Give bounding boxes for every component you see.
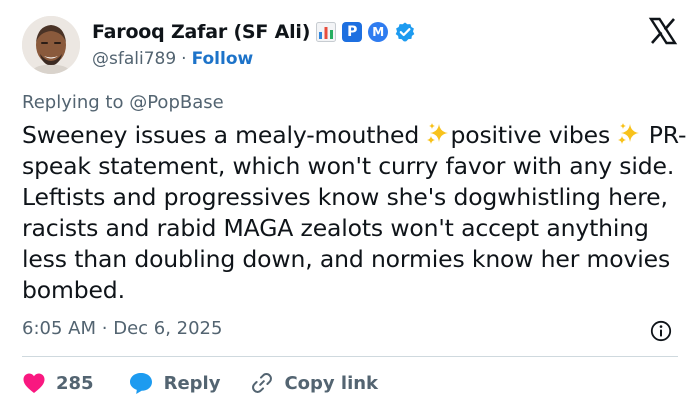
action-bar: 285 Reply Copy link [22,368,378,398]
author-handle-row: @sfali789 · Follow [92,48,253,70]
verified-check-icon [394,21,416,43]
replying-to-line: Replying to @PopBase [22,92,224,113]
author-name-row: Farooq Zafar (SF Ali) P M [92,18,416,46]
replying-to-mention[interactable]: @PopBase [129,92,223,113]
sparkles-emoji-icon [618,123,640,144]
avatar[interactable] [22,16,80,74]
replying-to-prefix: Replying to [22,92,124,113]
follow-link[interactable]: Follow [192,49,254,69]
reply-button[interactable]: Reply [128,371,221,395]
reply-bubble-icon [129,373,152,394]
author-display-name[interactable]: Farooq Zafar (SF Ali) [92,21,310,43]
reply-label: Reply [163,372,221,394]
p-badge-icon: P [342,22,363,42]
tweet-text-segment-1: Sweeney issues a mealy-mouthed [22,121,427,149]
timestamp-row: 6:05 AM · Dec 6, 2025 [22,318,222,339]
link-chain-icon [252,373,273,393]
heart-icon [23,373,45,393]
tweet-text-segment-2: positive vibes [450,121,618,149]
tweet-date[interactable]: Dec 6, 2025 [113,318,222,339]
copy-link-label: Copy link [284,372,379,394]
m-badge-icon: M [368,22,389,42]
profile-photo-icon [22,16,80,74]
timestamp-separator: · [101,318,108,339]
handle-separator: · [181,49,187,69]
bar-chart-emoji-icon [316,22,337,42]
copy-link-button[interactable]: Copy link [250,371,378,395]
like-count: 285 [56,372,94,394]
divider [22,356,678,357]
x-logo-icon[interactable] [648,16,678,46]
tweet-time[interactable]: 6:05 AM [22,318,96,339]
author-handle[interactable]: @sfali789 [92,49,176,69]
like-button[interactable]: 285 [22,372,94,394]
tweet-text: Sweeney issues a mealy-mouthed positive … [22,120,687,306]
info-icon[interactable] [650,320,672,342]
sparkles-emoji-icon [427,123,449,144]
tweet-card: Farooq Zafar (SF Ali) P M @sfali789 · Fo… [0,0,700,410]
